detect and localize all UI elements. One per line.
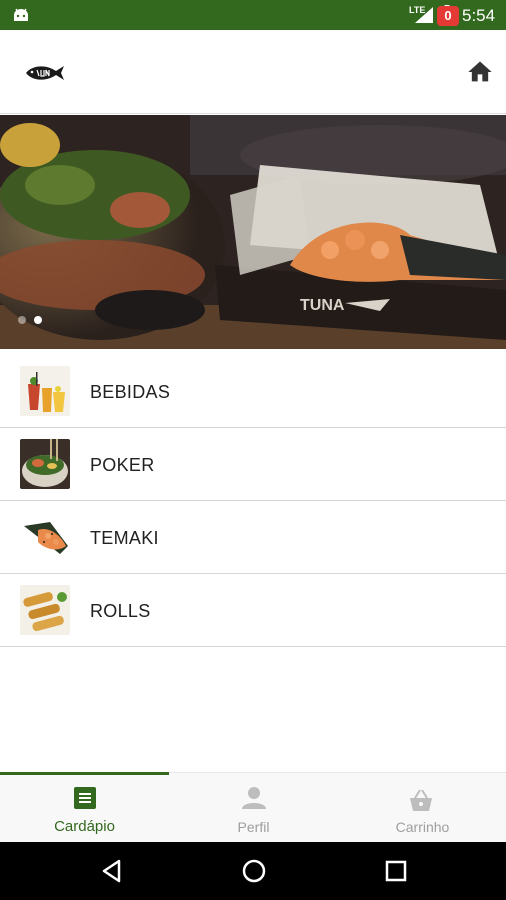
banner-food-photo: TUNA	[0, 115, 506, 349]
nav-label: Perfil	[237, 819, 270, 835]
carousel-dot-2[interactable]	[34, 316, 42, 324]
nav-item-carrinho[interactable]: Carrinho	[338, 773, 506, 843]
recents-icon[interactable]	[383, 858, 409, 884]
cart-count-badge: 0	[437, 6, 459, 26]
home-icon[interactable]	[466, 58, 494, 86]
spring-rolls-thumbnail	[20, 585, 70, 635]
home-circle-icon[interactable]	[241, 858, 267, 884]
android-icon	[14, 8, 28, 21]
menu-list-icon	[74, 787, 96, 809]
tuna-fish-logo	[26, 66, 64, 80]
category-label: TEMAKI	[90, 528, 159, 548]
category-item-bebidas[interactable]: BEBIDAS	[0, 355, 506, 428]
category-item-poker[interactable]: POKER	[0, 428, 506, 501]
signal-icon	[415, 7, 433, 23]
poke-bowl-thumbnail	[20, 439, 70, 489]
banner-carousel[interactable]: TUNA	[0, 115, 506, 349]
nav-item-perfil[interactable]: Perfil	[169, 773, 338, 843]
person-icon	[242, 787, 266, 809]
clock: 5:54	[462, 6, 496, 25]
category-item-temaki[interactable]: TEMAKI	[0, 501, 506, 574]
status-bar: LTE 5:54	[0, 0, 506, 30]
category-label: BEBIDAS	[90, 382, 171, 402]
bottom-navigation: Cardápio Perfil Carrinho	[0, 772, 506, 842]
category-item-rolls[interactable]: ROLLS	[0, 574, 506, 647]
svg-text:TUNA: TUNA	[300, 297, 345, 314]
nav-label: Carrinho	[395, 819, 450, 835]
app-toolbar	[0, 30, 506, 114]
category-label: ROLLS	[90, 601, 151, 621]
nav-label: Cardápio	[54, 818, 115, 835]
nav-item-cardapio[interactable]: Cardápio	[0, 772, 169, 843]
back-icon[interactable]	[99, 858, 125, 884]
category-label: POKER	[90, 455, 155, 475]
system-navigation-bar	[0, 842, 506, 900]
carousel-dot-1[interactable]	[18, 316, 26, 324]
drinks-thumbnail	[20, 366, 70, 416]
basket-icon	[410, 789, 432, 811]
category-list: BEBIDAS POKER TEMAKI ROLLS	[0, 355, 506, 647]
temaki-thumbnail	[20, 512, 70, 562]
